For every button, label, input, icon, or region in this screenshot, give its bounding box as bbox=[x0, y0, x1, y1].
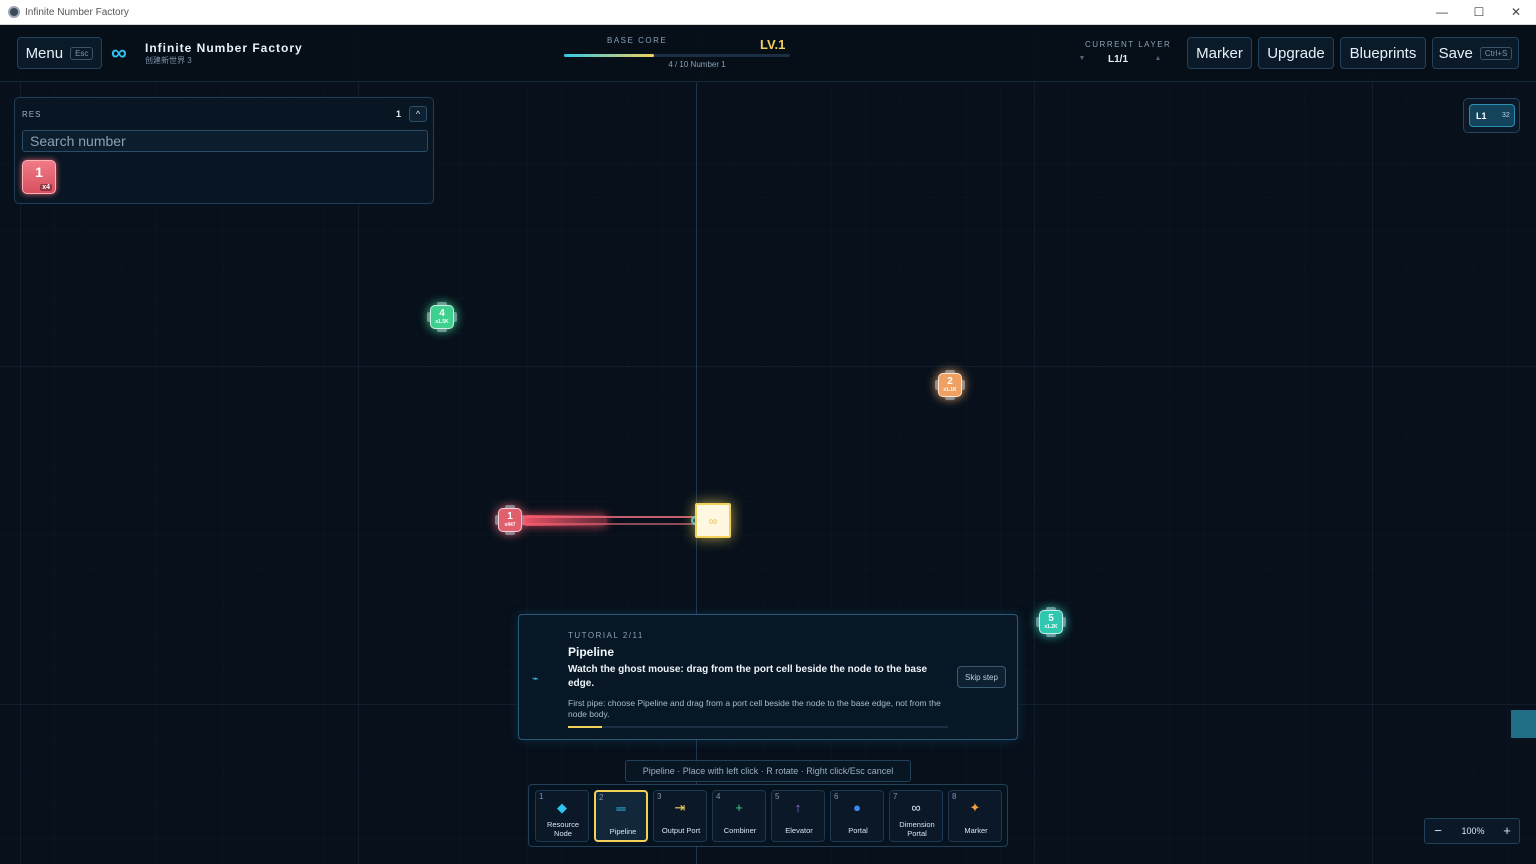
menu-shortcut: Esc bbox=[70, 46, 94, 60]
tool-elevator[interactable]: 5 ↑ Elevator bbox=[771, 790, 825, 842]
game-canvas[interactable]: Menu Esc ∞ Infinite Number Factory 创建新世界… bbox=[0, 25, 1536, 864]
collapse-icon[interactable]: ^ bbox=[409, 106, 427, 122]
diamond-icon: ◆ bbox=[557, 800, 567, 815]
resource-count: 1 bbox=[396, 109, 402, 119]
tool-label: Output Port bbox=[661, 826, 701, 835]
tool-label: Dimension Portal bbox=[899, 820, 935, 838]
pipeline-icon: ═ bbox=[616, 801, 626, 816]
tutorial-instruction: Watch the ghost mouse: drag from the por… bbox=[568, 664, 928, 689]
tool-label: Resource Node bbox=[546, 820, 580, 838]
zoom-value: 100% bbox=[1461, 826, 1485, 836]
tutorial-progress-fill bbox=[568, 726, 603, 728]
pipeline-icon: ⌁ bbox=[532, 673, 539, 685]
game-title: Infinite Number Factory bbox=[145, 41, 303, 55]
tool-portal[interactable]: 6 ● Portal bbox=[830, 790, 884, 842]
save-shortcut: Ctrl+S bbox=[1479, 46, 1513, 60]
tool-output-port[interactable]: 3 ⇥ Output Port bbox=[653, 790, 707, 842]
layer-minimap-count: 32 bbox=[1502, 112, 1510, 119]
current-layer-value: L1/1 bbox=[1108, 54, 1129, 65]
node-number: 2 bbox=[947, 376, 953, 387]
up-arrow-icon: ↑ bbox=[794, 800, 802, 815]
node-number: 5 bbox=[1048, 613, 1054, 624]
base-core-label: BASE CORE bbox=[607, 36, 668, 45]
number-node-4[interactable]: 4 x1.5K bbox=[427, 302, 457, 332]
tool-hint: Pipeline · Place with left click · R rot… bbox=[625, 760, 911, 782]
output-port-icon: ⇥ bbox=[674, 800, 686, 815]
resource-panel-title: RES bbox=[22, 110, 42, 119]
top-bar: Menu Esc ∞ Infinite Number Factory 创建新世界… bbox=[0, 25, 1536, 82]
plus-icon: + bbox=[735, 800, 743, 815]
app-icon bbox=[8, 6, 20, 18]
tool-label: Marker bbox=[964, 826, 988, 835]
resource-panel: RES 1 ^ 1 x4 bbox=[14, 97, 434, 204]
node-qty: x1.2K bbox=[1044, 624, 1058, 630]
layer-minimap-layer: L1 bbox=[1476, 111, 1487, 121]
save-button[interactable]: Save Ctrl+S bbox=[1432, 37, 1519, 69]
tool-combiner[interactable]: 4 + Combiner bbox=[712, 790, 766, 842]
close-button[interactable]: ✕ bbox=[1508, 4, 1524, 20]
pipeline-flow bbox=[523, 515, 607, 526]
node-qty: x447 bbox=[504, 522, 516, 528]
tutorial-step: TUTORIAL 2/11 bbox=[568, 631, 644, 640]
layer-minimap-tile: L1 32 bbox=[1469, 104, 1515, 127]
base-core[interactable]: ∞ bbox=[695, 503, 731, 538]
resource-item[interactable]: 1 x4 bbox=[22, 160, 56, 194]
search-number-input[interactable] bbox=[22, 130, 428, 152]
tool-label: Elevator bbox=[785, 826, 813, 835]
tool-label: Combiner bbox=[723, 826, 757, 835]
layer-minimap[interactable]: L1 32 bbox=[1463, 98, 1520, 133]
number-node-1[interactable]: 1 x447 bbox=[495, 505, 525, 535]
infinity-icon: ∞ bbox=[911, 800, 921, 815]
node-number: 4 bbox=[439, 308, 445, 319]
tool-label: Pipeline bbox=[609, 827, 637, 836]
base-core-progress-fill bbox=[564, 54, 655, 57]
base-core-level: LV.1 bbox=[760, 37, 786, 52]
node-number: 1 bbox=[507, 511, 513, 522]
tool-marker[interactable]: 8 ✦ Marker bbox=[948, 790, 1002, 842]
tool-pipeline[interactable]: 2 ═ Pipeline bbox=[594, 790, 648, 842]
upgrade-button[interactable]: Upgrade bbox=[1258, 37, 1334, 69]
current-layer-label: CURRENT LAYER bbox=[1085, 40, 1172, 49]
menu-label: Menu bbox=[25, 44, 64, 62]
maximize-button[interactable]: ☐ bbox=[1471, 4, 1487, 20]
window-title: Infinite Number Factory bbox=[25, 6, 129, 18]
number-node-5[interactable]: 5 x1.2K bbox=[1036, 607, 1066, 637]
marker-button[interactable]: Marker bbox=[1187, 37, 1252, 69]
node-qty: x1.1K bbox=[943, 387, 957, 393]
tutorial-description: First pipe: choose Pipeline and drag fro… bbox=[568, 698, 941, 719]
window-titlebar: Infinite Number Factory — ☐ ✕ bbox=[0, 0, 1536, 25]
tool-label: Portal bbox=[848, 826, 868, 835]
tool-dimension-portal[interactable]: 7 ∞ Dimension Portal bbox=[889, 790, 943, 842]
resource-item-qty: x4 bbox=[40, 184, 52, 191]
zoom-in-button[interactable]: + bbox=[1500, 823, 1514, 839]
skip-step-button[interactable]: Skip step bbox=[957, 666, 1006, 688]
portal-icon: ● bbox=[853, 800, 861, 815]
tutorial-panel: ⌁ TUTORIAL 2/11 Pipeline Watch the ghost… bbox=[518, 614, 1018, 740]
world-name: 创建新世界 3 bbox=[145, 56, 192, 65]
side-panel-tab[interactable] bbox=[1511, 710, 1536, 738]
zoom-out-button[interactable]: − bbox=[1431, 823, 1445, 839]
infinity-icon: ∞ bbox=[111, 40, 127, 65]
layer-down-icon[interactable]: ▼ bbox=[1074, 52, 1090, 66]
infinity-icon: ∞ bbox=[708, 514, 718, 528]
base-core-progress-bar bbox=[564, 54, 790, 57]
blueprints-button[interactable]: Blueprints bbox=[1340, 37, 1426, 69]
build-toolbar: 1 ◆ Resource Node 2 ═ Pipeline 3 ⇥ Outpu… bbox=[528, 784, 1008, 847]
zoom-control: − 100% + bbox=[1424, 818, 1520, 844]
base-core-progress-text: 4 / 10 Number 1 bbox=[668, 60, 726, 69]
save-label: Save bbox=[1438, 44, 1473, 62]
menu-button[interactable]: Menu Esc bbox=[17, 37, 102, 69]
number-node-2[interactable]: 2 x1.1K bbox=[935, 370, 965, 400]
tutorial-progress-bar bbox=[568, 726, 948, 728]
pipeline[interactable] bbox=[523, 513, 700, 529]
layer-up-icon[interactable]: ▲ bbox=[1150, 52, 1166, 66]
resource-item-number: 1 bbox=[35, 164, 43, 180]
grid-axis bbox=[696, 83, 697, 864]
minimize-button[interactable]: — bbox=[1434, 4, 1450, 20]
node-qty: x1.5K bbox=[435, 319, 449, 325]
tutorial-title: Pipeline bbox=[568, 645, 615, 659]
marker-icon: ✦ bbox=[969, 800, 981, 815]
tool-resource-node[interactable]: 1 ◆ Resource Node bbox=[535, 790, 589, 842]
